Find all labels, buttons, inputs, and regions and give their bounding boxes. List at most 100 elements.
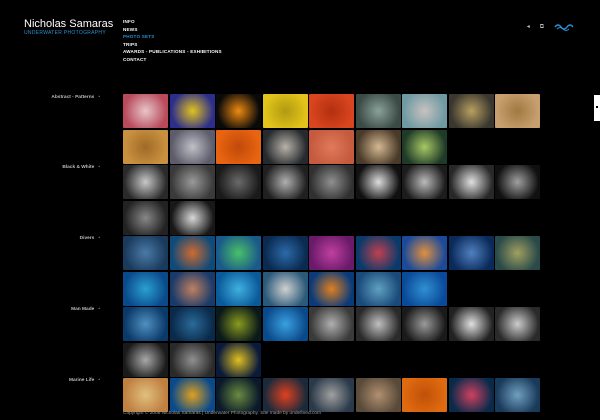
photo-thumbnail[interactable]: [262, 94, 308, 128]
site-subtitle: UNDERWATER PHOTOGRAPHY: [24, 30, 106, 36]
photo-thumbnail[interactable]: [262, 271, 308, 306]
photo-thumbnail[interactable]: [448, 94, 494, 128]
photo-thumbnail[interactable]: [355, 236, 401, 270]
category-label-black-white[interactable]: Black & White •: [62, 165, 100, 170]
photo-thumbnail[interactable]: [169, 236, 215, 270]
thumbnail-grid-divers: [123, 236, 540, 306]
nav-item-contact[interactable]: CONTACT: [123, 56, 222, 64]
photo-thumbnail[interactable]: [169, 200, 215, 235]
photo-thumbnail[interactable]: [169, 165, 215, 199]
photo-thumbnail[interactable]: [123, 129, 168, 164]
photo-thumbnail[interactable]: [123, 342, 168, 377]
bullet-icon: •: [98, 95, 100, 100]
category-label-marine-life[interactable]: Marine Life •: [69, 378, 100, 383]
photo-thumbnail[interactable]: [309, 165, 354, 199]
photo-thumbnail[interactable]: [169, 94, 215, 128]
photo-thumbnail[interactable]: [309, 378, 354, 412]
photo-thumbnail[interactable]: [262, 378, 308, 412]
nav-item-photo-sets[interactable]: PHOTO SETS: [123, 33, 222, 41]
thumbnail-grid-black-white: [123, 165, 540, 235]
photo-thumbnail[interactable]: [495, 378, 540, 412]
photo-thumbnail[interactable]: [169, 342, 215, 377]
site-title[interactable]: Nicholas Samaras: [24, 18, 113, 30]
photo-thumbnail[interactable]: [123, 200, 168, 235]
photo-thumbnail[interactable]: [355, 129, 401, 164]
window-icon[interactable]: ⧉: [540, 24, 544, 30]
category-label-text: Divers: [79, 236, 95, 241]
bullet-icon: •: [98, 236, 100, 241]
bullet-icon: •: [98, 307, 100, 312]
photo-thumbnail[interactable]: [262, 129, 308, 164]
thumbnail-grid-marine-life: [123, 378, 540, 412]
nav-item-trips[interactable]: TRIPS: [123, 41, 222, 49]
category-label-abstract-patterns[interactable]: Abstract - Patterns •: [51, 95, 100, 100]
photo-thumbnail[interactable]: [355, 94, 401, 128]
bullet-icon: •: [98, 165, 100, 170]
back-icon[interactable]: ◂: [527, 24, 530, 30]
photo-thumbnail[interactable]: [448, 307, 494, 341]
category-label-text: Man Made: [71, 307, 95, 312]
bullet-icon: •: [98, 378, 100, 383]
photo-thumbnail[interactable]: [169, 129, 215, 164]
category-label-text: Abstract - Patterns: [51, 95, 95, 100]
photo-thumbnail[interactable]: [495, 165, 540, 199]
photo-thumbnail[interactable]: [309, 307, 354, 341]
photo-thumbnail[interactable]: [169, 307, 215, 341]
photo-thumbnail[interactable]: [402, 129, 447, 164]
photo-thumbnail[interactable]: [216, 129, 261, 164]
photo-thumbnail[interactable]: [402, 378, 447, 412]
photo-thumbnail[interactable]: [123, 236, 168, 270]
photo-thumbnail[interactable]: [123, 307, 168, 341]
photo-thumbnail[interactable]: [495, 236, 540, 270]
nav-item-info[interactable]: INFO: [123, 18, 222, 26]
photo-thumbnail[interactable]: [448, 378, 494, 412]
photo-thumbnail[interactable]: [495, 307, 540, 341]
photo-thumbnail[interactable]: [262, 165, 308, 199]
photo-thumbnail[interactable]: [216, 378, 261, 412]
photo-thumbnail[interactable]: [216, 94, 261, 128]
photo-thumbnail[interactable]: [309, 271, 354, 306]
photo-thumbnail[interactable]: [309, 94, 354, 128]
nav-item-awards-publications-exhibitions[interactable]: AWARDS - PUBLICATIONS - EXHIBITIONS: [123, 48, 222, 56]
nav-item-news[interactable]: NEWS: [123, 26, 222, 34]
photo-thumbnail[interactable]: [355, 307, 401, 341]
photo-thumbnail[interactable]: [123, 165, 168, 199]
photo-thumbnail[interactable]: [402, 94, 447, 128]
photo-thumbnail[interactable]: [169, 378, 215, 412]
photo-thumbnail[interactable]: [262, 307, 308, 341]
photo-thumbnail[interactable]: [402, 236, 447, 270]
photo-thumbnail[interactable]: [355, 378, 401, 412]
thumbnail-grid-abstract-patterns: [123, 94, 540, 164]
category-label-text: Black & White: [62, 165, 95, 170]
photo-thumbnail[interactable]: [402, 271, 447, 306]
top-icons: ◂ ⧉: [527, 23, 574, 31]
photo-thumbnail[interactable]: [402, 165, 447, 199]
photo-thumbnail[interactable]: [216, 271, 261, 306]
thumbnail-grid-man-made: [123, 307, 540, 377]
photo-thumbnail[interactable]: [123, 378, 168, 412]
photo-thumbnail[interactable]: [495, 94, 540, 128]
footer-copyright: Copyright © 2008 Nicholas Samaras | Unde…: [123, 411, 322, 416]
photo-thumbnail[interactable]: [216, 236, 261, 270]
photo-thumbnail[interactable]: [216, 165, 261, 199]
photo-thumbnail[interactable]: [309, 129, 354, 164]
category-label-text: Marine Life: [68, 378, 95, 383]
photo-thumbnail[interactable]: [355, 165, 401, 199]
side-tab-dot: [596, 106, 598, 108]
photo-thumbnail[interactable]: [448, 165, 494, 199]
photo-thumbnail[interactable]: [355, 271, 401, 306]
side-scroll-tab[interactable]: [594, 95, 600, 121]
photo-thumbnail[interactable]: [123, 271, 168, 306]
photo-thumbnail[interactable]: [448, 236, 494, 270]
wave-logo-icon[interactable]: [554, 23, 574, 31]
photo-thumbnail[interactable]: [123, 94, 168, 128]
photo-thumbnail[interactable]: [262, 236, 308, 270]
main-nav: INFO NEWS PHOTO SETS TRIPS AWARDS - PUBLICAT…: [123, 18, 222, 64]
category-label-man-made[interactable]: Man Made •: [71, 307, 100, 312]
photo-thumbnail[interactable]: [216, 342, 261, 377]
photo-thumbnail[interactable]: [216, 307, 261, 341]
photo-thumbnail[interactable]: [402, 307, 447, 341]
photo-thumbnail[interactable]: [169, 271, 215, 306]
category-label-divers[interactable]: Divers •: [80, 236, 100, 241]
photo-thumbnail[interactable]: [309, 236, 354, 270]
